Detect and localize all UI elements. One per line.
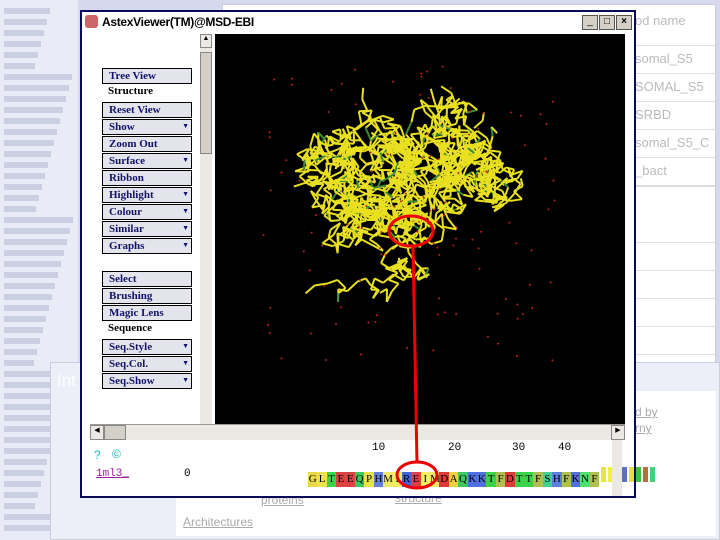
highlight-circle-sequence: [395, 460, 439, 490]
annotation-overlay: [387, 214, 439, 490]
link-line: [411, 245, 419, 464]
highlight-circle-structure: [387, 214, 435, 248]
